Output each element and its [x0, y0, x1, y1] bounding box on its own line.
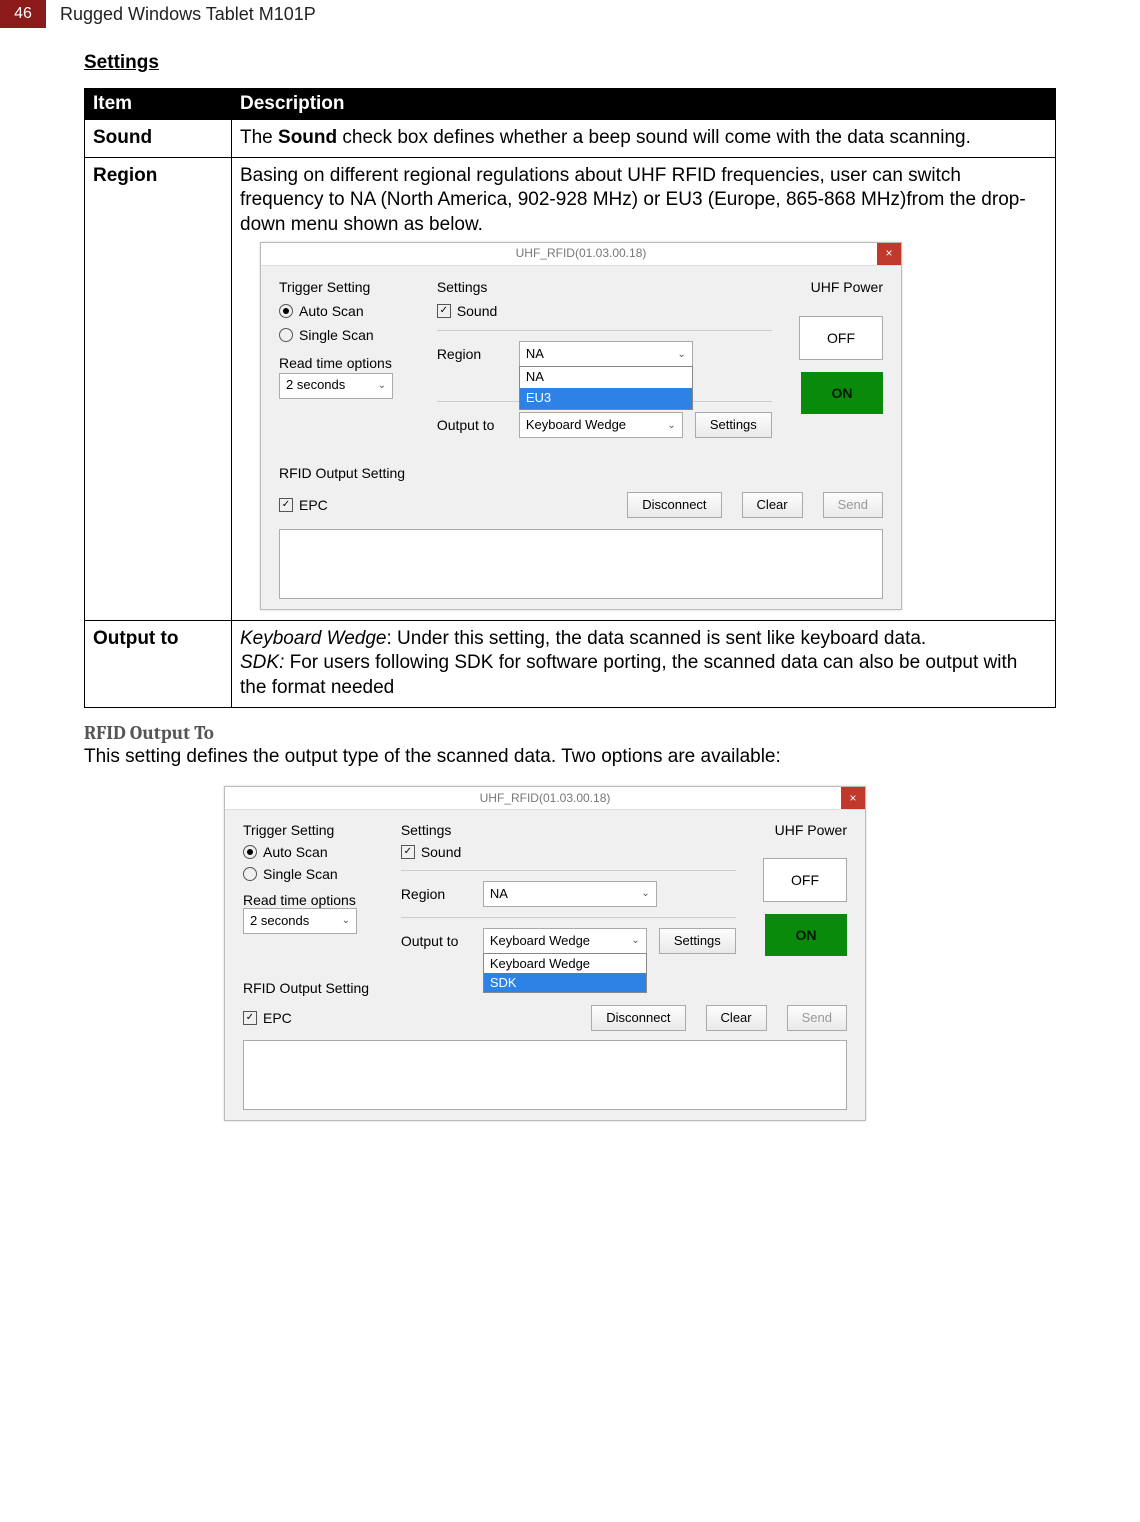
region-dropdown[interactable]: NA⌄ NA EU3 — [519, 341, 693, 367]
send-button[interactable]: Send — [787, 1005, 847, 1031]
cell-region-desc: Basing on different regional regulations… — [232, 157, 1056, 620]
checkbox-epc[interactable]: EPC — [243, 1010, 571, 1026]
checkbox-epc[interactable]: EPC — [279, 496, 607, 514]
row-output-to: Output to Keyboard Wedge: Under this set… — [85, 620, 1056, 707]
read-time-dropdown[interactable]: 2 seconds⌄ — [279, 373, 393, 399]
radio-single-scan[interactable]: Single Scan — [279, 326, 419, 344]
separator — [401, 917, 736, 918]
chevron-down-icon: ⌄ — [677, 348, 685, 361]
region-label: Region — [437, 345, 507, 363]
settings-table: Item Description Sound The Sound check b… — [84, 88, 1056, 708]
row-region: Region Basing on different regional regu… — [85, 157, 1056, 620]
output-to-dropdown[interactable]: Keyboard Wedge⌄ Keyboard Wedge SDK — [483, 928, 647, 954]
disconnect-button[interactable]: Disconnect — [591, 1005, 685, 1031]
checkbox-sound[interactable]: Sound — [401, 844, 736, 860]
chevron-down-icon: ⌄ — [378, 379, 386, 392]
cell-region-item: Region — [85, 157, 232, 620]
chevron-down-icon: ⌄ — [342, 915, 350, 926]
cell-sound-item: Sound — [85, 120, 232, 158]
rfid-output-to-body: This setting defines the output type of … — [84, 746, 1056, 768]
output-to-dropdown[interactable]: Keyboard Wedge⌄ — [519, 412, 683, 438]
settings-label: Settings — [401, 822, 736, 838]
cell-output-to-item: Output to — [85, 620, 232, 707]
output-option-keyboard-wedge[interactable]: Keyboard Wedge — [484, 954, 646, 973]
checkbox-icon — [437, 304, 451, 318]
row-sound: Sound The Sound check box defines whethe… — [85, 120, 1056, 158]
radio-single-scan[interactable]: Single Scan — [243, 866, 383, 882]
titlebar: UHF_RFID(01.03.00.18) × — [261, 243, 901, 266]
page-header: 46 Rugged Windows Tablet M101P — [0, 0, 1140, 28]
output-textarea[interactable] — [243, 1040, 847, 1110]
region-option-na[interactable]: NA — [520, 367, 692, 388]
chevron-down-icon: ⌄ — [641, 888, 649, 899]
power-on-button[interactable]: ON — [801, 372, 883, 414]
close-button[interactable]: × — [841, 787, 865, 809]
separator — [401, 870, 736, 871]
page-number: 46 — [0, 0, 46, 28]
power-off-button[interactable]: OFF — [763, 858, 847, 902]
read-time-label: Read time options — [243, 892, 383, 908]
region-option-eu3[interactable]: EU3 — [520, 388, 692, 409]
radio-auto-scan[interactable]: Auto Scan — [279, 302, 419, 320]
rfid-output-to-heading: RFID Output To — [84, 722, 1056, 744]
checkbox-sound[interactable]: Sound — [437, 302, 772, 320]
clear-button[interactable]: Clear — [706, 1005, 767, 1031]
separator — [437, 330, 772, 331]
titlebar-text: UHF_RFID(01.03.00.18) — [516, 246, 647, 262]
output-to-label: Output to — [437, 416, 507, 434]
output-option-sdk[interactable]: SDK — [484, 973, 646, 992]
cell-sound-desc: The Sound check box defines whether a be… — [232, 120, 1056, 158]
app-window-output: UHF_RFID(01.03.00.18) × Trigger Setting … — [224, 786, 866, 1121]
power-off-button[interactable]: OFF — [799, 316, 883, 360]
settings-heading: Settings — [84, 52, 1056, 74]
uhf-power-label: UHF Power — [811, 278, 883, 296]
region-dropdown-list: NA EU3 — [519, 366, 693, 410]
read-time-label: Read time options — [279, 354, 419, 372]
output-to-label: Output to — [401, 933, 471, 949]
settings-button[interactable]: Settings — [695, 412, 772, 438]
radio-auto-scan[interactable]: Auto Scan — [243, 844, 383, 860]
trigger-setting-label: Trigger Setting — [243, 822, 383, 838]
cell-output-to-desc: Keyboard Wedge: Under this setting, the … — [232, 620, 1056, 707]
output-to-dropdown-list: Keyboard Wedge SDK — [483, 953, 647, 993]
checkbox-icon — [243, 1011, 257, 1025]
trigger-setting-label: Trigger Setting — [279, 278, 419, 296]
radio-icon — [279, 328, 293, 342]
send-button[interactable]: Send — [823, 492, 883, 518]
disconnect-button[interactable]: Disconnect — [627, 492, 721, 518]
chevron-down-icon: ⌄ — [667, 419, 675, 432]
output-textarea[interactable] — [279, 529, 883, 599]
th-description: Description — [232, 89, 1056, 120]
uhf-power-label: UHF Power — [775, 822, 847, 838]
th-item: Item — [85, 89, 232, 120]
rfid-output-setting-label: RFID Output Setting — [279, 464, 883, 482]
settings-button[interactable]: Settings — [659, 928, 736, 954]
close-button[interactable]: × — [877, 243, 901, 265]
titlebar-text: UHF_RFID(01.03.00.18) — [480, 791, 611, 805]
power-on-button[interactable]: ON — [765, 914, 847, 956]
region-dropdown[interactable]: NA⌄ — [483, 881, 657, 907]
read-time-dropdown[interactable]: 2 seconds⌄ — [243, 908, 357, 934]
page-title: Rugged Windows Tablet M101P — [60, 4, 316, 25]
settings-label: Settings — [437, 278, 772, 296]
radio-icon — [243, 845, 257, 859]
chevron-down-icon: ⌄ — [631, 935, 639, 946]
radio-icon — [243, 867, 257, 881]
titlebar: UHF_RFID(01.03.00.18) × — [225, 787, 865, 810]
clear-button[interactable]: Clear — [742, 492, 803, 518]
region-label: Region — [401, 886, 471, 902]
checkbox-icon — [279, 498, 293, 512]
app-window-region: UHF_RFID(01.03.00.18) × Trigger Setting … — [260, 242, 902, 610]
radio-icon — [279, 304, 293, 318]
checkbox-icon — [401, 845, 415, 859]
